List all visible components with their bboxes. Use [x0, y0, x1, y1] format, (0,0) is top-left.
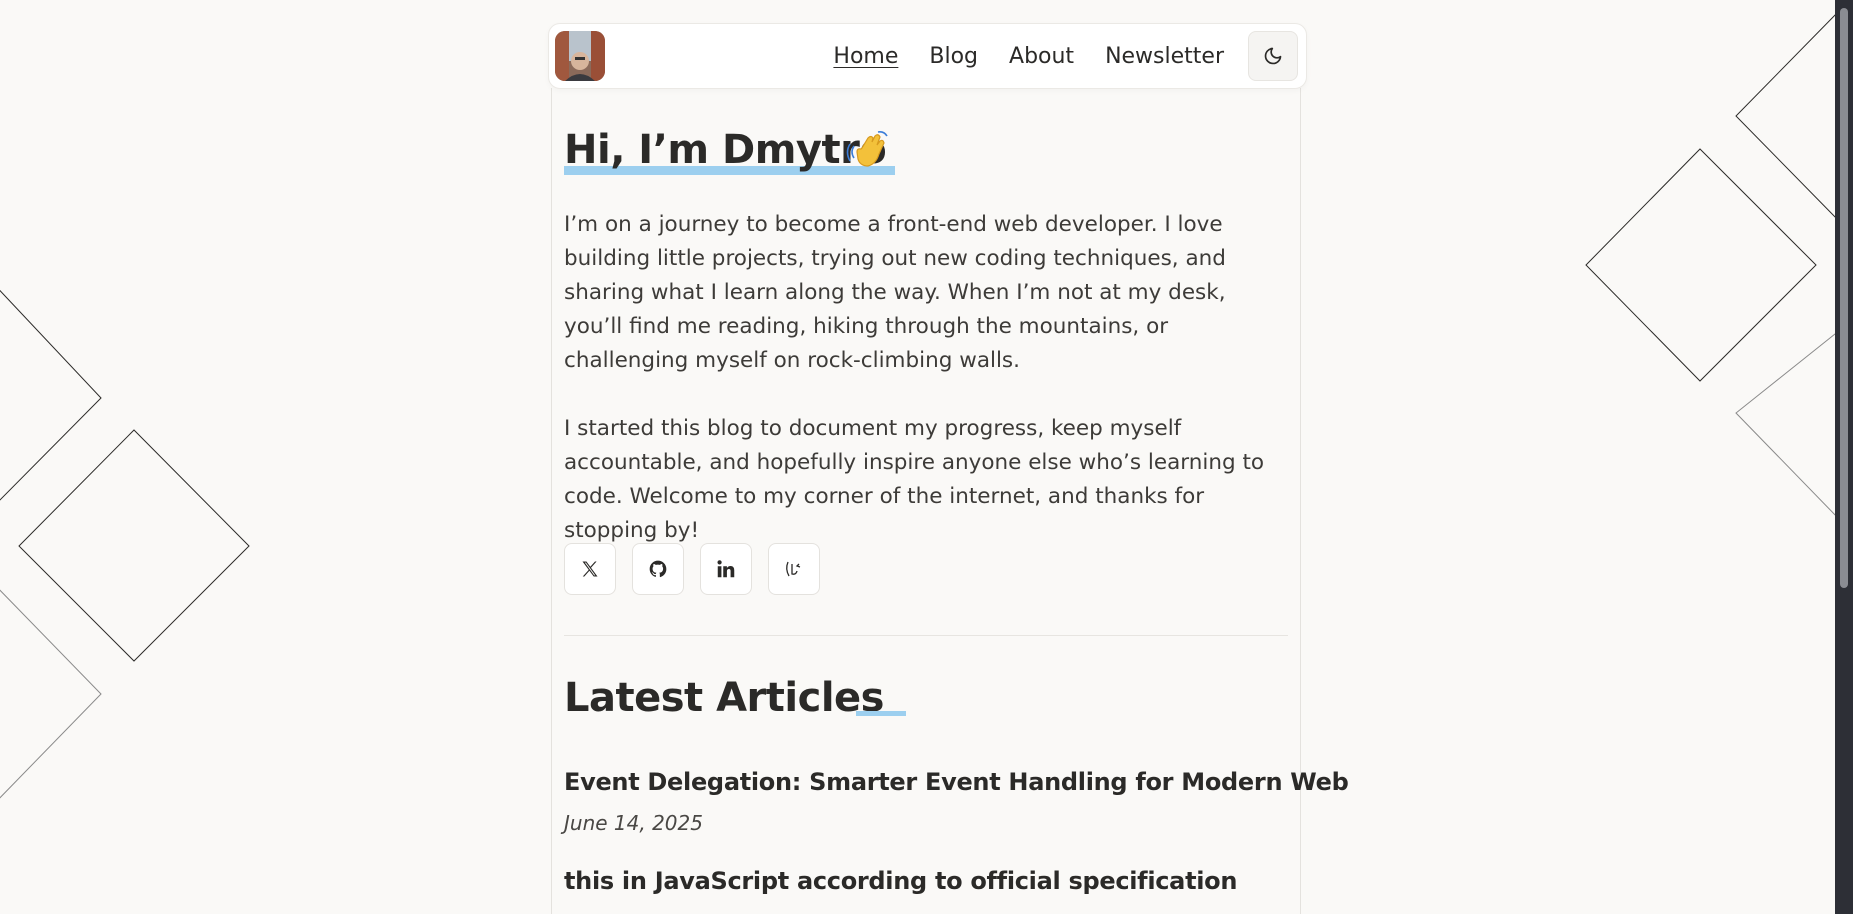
bio-paragraph: I’m on a journey to become a front-end w…	[564, 212, 1226, 373]
scrollbar-thumb[interactable]	[1840, 8, 1848, 588]
nav-home[interactable]: Home	[833, 44, 898, 72]
social-links	[564, 543, 820, 595]
linkedin-link[interactable]	[700, 543, 752, 595]
linkedin-icon	[717, 560, 735, 578]
theme-toggle-button[interactable]	[1248, 31, 1298, 81]
avatar[interactable]	[555, 31, 605, 81]
page-title: Hi, I’m Dmytro	[564, 127, 887, 173]
moon-icon	[1264, 47, 1282, 65]
scrollbar[interactable]	[1835, 0, 1853, 914]
article-date: June 14, 2025	[564, 811, 703, 835]
nav-blog[interactable]: Blog	[929, 44, 978, 69]
github-icon	[649, 560, 667, 578]
nav-about[interactable]: About	[1009, 44, 1074, 69]
waving-hand-icon	[846, 131, 888, 167]
section-divider	[564, 635, 1288, 636]
dev-icon	[786, 561, 801, 577]
main-nav: Home Blog About Newsletter	[833, 24, 1224, 88]
site-header: Home Blog About Newsletter	[548, 23, 1307, 89]
nav-newsletter[interactable]: Newsletter	[1105, 44, 1224, 69]
bio: I’m on a journey to become a front-end w…	[564, 208, 1286, 548]
bio-paragraph: I started this blog to document my progr…	[564, 416, 1265, 543]
heading-accent	[856, 711, 906, 716]
github-link[interactable]	[632, 543, 684, 595]
x-icon	[582, 561, 598, 577]
x-link[interactable]	[564, 543, 616, 595]
latest-articles-heading: Latest Articles	[564, 675, 884, 721]
article-title[interactable]: Event Delegation: Smarter Event Handling…	[564, 768, 1349, 796]
dev-link[interactable]	[768, 543, 820, 595]
article-title[interactable]: this in JavaScript according to official…	[564, 867, 1237, 895]
